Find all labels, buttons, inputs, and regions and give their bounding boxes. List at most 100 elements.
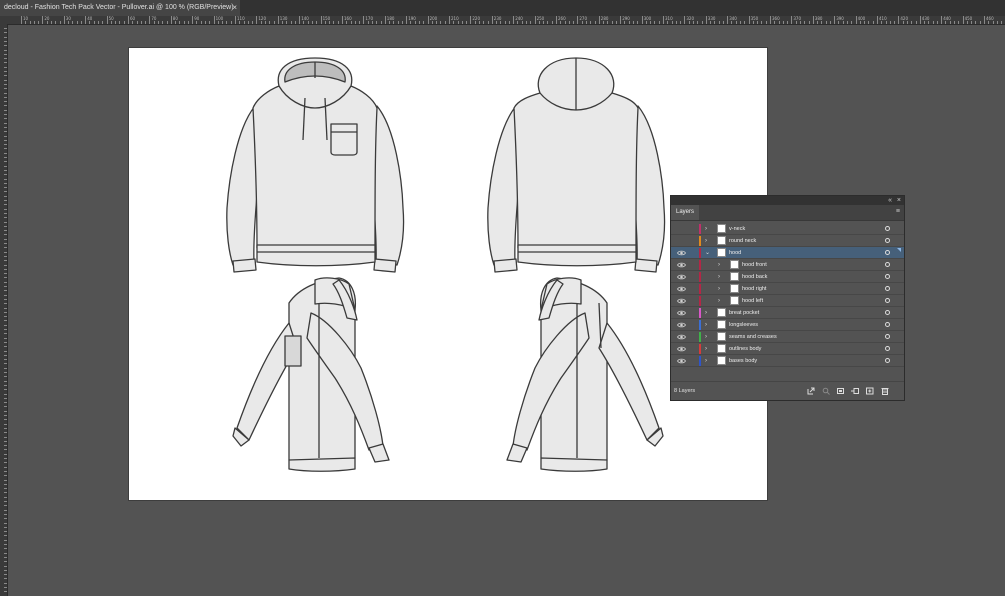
layer-target-icon[interactable] xyxy=(885,334,890,339)
collapse-panel-icon[interactable]: « xyxy=(888,196,892,205)
tab-layers[interactable]: Layers xyxy=(671,205,700,220)
ruler-minor-tick xyxy=(119,21,121,24)
ruler-minor-tick xyxy=(594,21,596,24)
visibility-eye-icon[interactable] xyxy=(677,273,686,281)
visibility-toggle-empty[interactable] xyxy=(677,237,686,245)
ruler-minor-tick xyxy=(4,449,7,451)
export-icon[interactable] xyxy=(807,387,815,395)
layer-row[interactable]: › longsleeves xyxy=(671,319,904,331)
visibility-eye-icon[interactable] xyxy=(677,345,686,353)
layer-row[interactable]: › hood front xyxy=(671,259,904,271)
chevron-right-icon[interactable]: › xyxy=(718,283,720,295)
ruler-minor-tick xyxy=(4,114,7,115)
layer-target-icon[interactable] xyxy=(885,286,890,291)
layer-row[interactable]: › breat pocket xyxy=(671,307,904,319)
layer-name[interactable]: round neck xyxy=(729,235,756,247)
layer-name[interactable]: hood right xyxy=(742,283,766,295)
layer-name[interactable]: seams and creases xyxy=(729,331,777,343)
vertical-ruler[interactable] xyxy=(0,24,8,596)
chevron-right-icon[interactable]: › xyxy=(718,271,720,283)
new-sublayer-icon[interactable] xyxy=(851,387,859,395)
chevron-right-icon[interactable]: › xyxy=(705,343,707,355)
ruler-minor-tick xyxy=(949,21,951,24)
layer-target-icon[interactable] xyxy=(885,346,890,351)
close-tab-icon[interactable]: × xyxy=(232,0,237,16)
visibility-eye-icon[interactable] xyxy=(677,321,686,329)
document-tab[interactable]: decloud - Fashion Tech Pack Vector - Pul… xyxy=(0,0,240,16)
layer-target-icon[interactable] xyxy=(885,274,890,279)
layer-target-icon[interactable] xyxy=(885,238,890,243)
ruler-minor-tick xyxy=(187,21,189,24)
ruler-minor-tick xyxy=(333,21,335,24)
layer-name[interactable]: breat pocket xyxy=(729,307,759,319)
layer-row[interactable]: › bases body xyxy=(671,355,904,367)
layer-name[interactable]: bases body xyxy=(729,355,757,367)
chevron-right-icon[interactable]: › xyxy=(705,307,707,319)
ruler-minor-tick xyxy=(4,294,7,296)
ruler-minor-tick xyxy=(538,21,540,24)
chevron-right-icon[interactable]: › xyxy=(705,355,707,367)
ruler-tick xyxy=(577,16,579,24)
ruler-minor-tick xyxy=(4,483,7,485)
layer-name[interactable]: hood xyxy=(729,247,741,259)
chevron-right-icon[interactable]: › xyxy=(705,235,707,247)
layer-row[interactable]: › round neck xyxy=(671,235,904,247)
search-icon[interactable] xyxy=(822,387,830,395)
panel-titlebar[interactable]: « × xyxy=(671,196,904,205)
layer-name[interactable]: hood front xyxy=(742,259,767,271)
visibility-eye-icon[interactable] xyxy=(677,333,686,341)
visibility-toggle-empty[interactable] xyxy=(677,225,686,233)
ruler-minor-tick xyxy=(4,243,7,244)
visibility-eye-icon[interactable] xyxy=(677,285,686,293)
layer-row[interactable]: › hood back xyxy=(671,271,904,283)
ruler-minor-tick xyxy=(4,234,7,236)
chevron-down-icon[interactable]: ⌄ xyxy=(705,247,710,259)
layer-row[interactable]: ⌄ hood xyxy=(671,247,904,259)
chevron-right-icon[interactable]: › xyxy=(705,223,707,235)
layer-name[interactable]: longsleeves xyxy=(729,319,758,331)
layer-target-icon[interactable] xyxy=(885,310,890,315)
layer-name[interactable]: outlines body xyxy=(729,343,761,355)
layer-row[interactable]: › hood right xyxy=(671,283,904,295)
layer-target-icon[interactable] xyxy=(885,226,890,231)
visibility-eye-icon[interactable] xyxy=(677,297,686,305)
layer-name[interactable]: hood back xyxy=(742,271,767,283)
ruler-minor-tick xyxy=(4,587,7,588)
ruler-minor-tick xyxy=(4,509,7,511)
layer-row[interactable]: › outlines body xyxy=(671,343,904,355)
layer-target-icon[interactable] xyxy=(885,322,890,327)
ruler-minor-tick xyxy=(4,415,7,416)
visibility-eye-icon[interactable] xyxy=(677,357,686,365)
new-layer-icon[interactable] xyxy=(866,387,874,395)
chevron-right-icon[interactable]: › xyxy=(705,319,707,331)
ruler-minor-tick xyxy=(718,21,720,24)
layer-target-icon[interactable] xyxy=(885,262,890,267)
chevron-right-icon[interactable]: › xyxy=(705,331,707,343)
close-panel-icon[interactable]: × xyxy=(897,196,901,205)
layer-row[interactable]: › seams and creases xyxy=(671,331,904,343)
chevron-right-icon[interactable]: › xyxy=(718,259,720,271)
layer-target-icon[interactable] xyxy=(885,298,890,303)
visibility-eye-icon[interactable] xyxy=(677,309,686,317)
panel-menu-icon[interactable]: ≡ xyxy=(896,208,900,216)
ruler-corner[interactable] xyxy=(0,16,7,24)
delete-icon[interactable] xyxy=(881,387,889,395)
ruler-minor-tick xyxy=(4,354,7,356)
layer-name[interactable]: hood left xyxy=(742,295,763,307)
layer-target-icon[interactable] xyxy=(885,250,890,255)
layer-name[interactable]: v-neck xyxy=(729,223,745,235)
ruler-minor-tick xyxy=(4,281,7,283)
visibility-eye-icon[interactable] xyxy=(677,249,686,257)
clipping-mask-icon[interactable] xyxy=(837,387,845,395)
layer-row[interactable]: › hood left xyxy=(671,295,904,307)
layer-target-icon[interactable] xyxy=(885,358,890,363)
ruler-minor-tick xyxy=(603,21,605,24)
chevron-right-icon[interactable]: › xyxy=(718,295,720,307)
visibility-eye-icon[interactable] xyxy=(677,261,686,269)
horizontal-ruler[interactable]: 10 20 30 40 50 60 70 80 90 100 110 120 130 140 150 160 1… xyxy=(7,16,1005,25)
ruler-minor-tick xyxy=(401,21,403,24)
layer-row[interactable]: › v-neck xyxy=(671,223,904,235)
ruler-minor-tick xyxy=(868,21,870,24)
ruler-minor-tick xyxy=(4,28,7,29)
ruler-minor-tick xyxy=(247,21,249,24)
